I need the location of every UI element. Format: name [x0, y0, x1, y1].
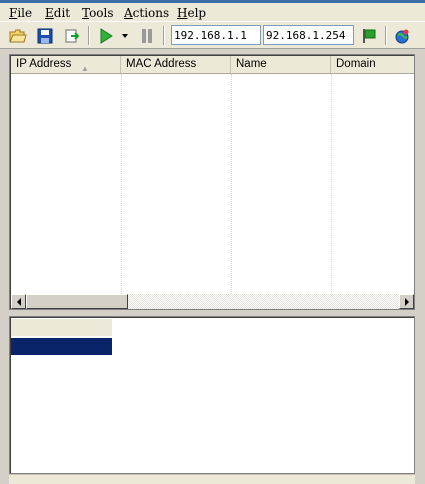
toolbar [0, 21, 425, 49]
column-divider [121, 74, 122, 296]
menu-bar: File Edit Tools Actions Help [0, 3, 425, 21]
web-button[interactable] [392, 26, 412, 46]
column-header-name[interactable]: Name [231, 56, 331, 73]
open-folder-icon [9, 29, 27, 43]
menu-actions-accel: A [124, 6, 133, 20]
horizontal-scrollbar[interactable] [11, 294, 414, 309]
toolbar-separator [385, 26, 387, 45]
results-list[interactable]: IP Address ▲ MAC Address Name Domain [9, 54, 415, 310]
dropdown-arrow-icon [122, 34, 128, 38]
column-label: Domain [336, 58, 376, 70]
pause-icon [142, 29, 152, 43]
scroll-left-button[interactable] [11, 294, 26, 309]
column-header-ip-address[interactable]: IP Address ▲ [11, 56, 121, 73]
export-icon [65, 29, 80, 43]
scan-options-dropdown[interactable] [119, 26, 131, 46]
start-ip-input[interactable] [171, 25, 261, 45]
export-button[interactable] [62, 26, 82, 46]
globe-icon [395, 29, 409, 44]
end-ip-input[interactable] [263, 25, 354, 45]
column-divider [231, 74, 232, 296]
menu-actions-label: ctions [132, 6, 170, 20]
menu-help[interactable]: Help [177, 5, 206, 21]
arrow-right-icon [404, 297, 409, 306]
play-icon [100, 28, 113, 44]
save-button[interactable] [35, 26, 55, 46]
flag-button[interactable] [359, 26, 379, 46]
open-button[interactable] [8, 26, 28, 46]
details-selected-row[interactable] [11, 338, 112, 355]
menu-help-label: elp [187, 6, 207, 20]
menu-edit-label: dit [53, 6, 71, 20]
sort-ascending-icon: ▲ [81, 64, 89, 73]
menu-edit-accel: E [45, 6, 54, 20]
menu-help-accel: H [177, 6, 188, 20]
pause-button[interactable] [137, 26, 157, 46]
toolbar-separator [88, 26, 90, 45]
menu-edit[interactable]: Edit [45, 5, 70, 21]
scrollbar-thumb[interactable] [26, 294, 128, 309]
list-header: IP Address ▲ MAC Address Name Domain [11, 56, 414, 74]
arrow-left-icon [16, 297, 21, 306]
column-header-mac-address[interactable]: MAC Address [121, 56, 231, 73]
menu-tools-label: ools [89, 6, 114, 20]
column-divider [331, 74, 332, 296]
menu-file[interactable]: File [9, 5, 32, 21]
details-panel[interactable] [9, 316, 415, 474]
scrollbar-track[interactable] [128, 294, 399, 309]
save-icon [37, 28, 53, 44]
start-scan-button[interactable] [96, 26, 116, 46]
column-label: Name [236, 58, 267, 70]
menu-file-label: ile [17, 6, 33, 20]
column-label: MAC Address [126, 58, 197, 70]
column-label: IP Address [16, 58, 72, 70]
window-edge [415, 49, 425, 483]
flag-icon [363, 29, 376, 43]
details-header-row [11, 319, 112, 336]
menu-tools[interactable]: Tools [82, 5, 114, 21]
toolbar-separator [163, 26, 165, 45]
menu-actions[interactable]: Actions [124, 5, 169, 21]
column-header-domain[interactable]: Domain [331, 56, 414, 73]
scroll-right-button[interactable] [399, 294, 414, 309]
